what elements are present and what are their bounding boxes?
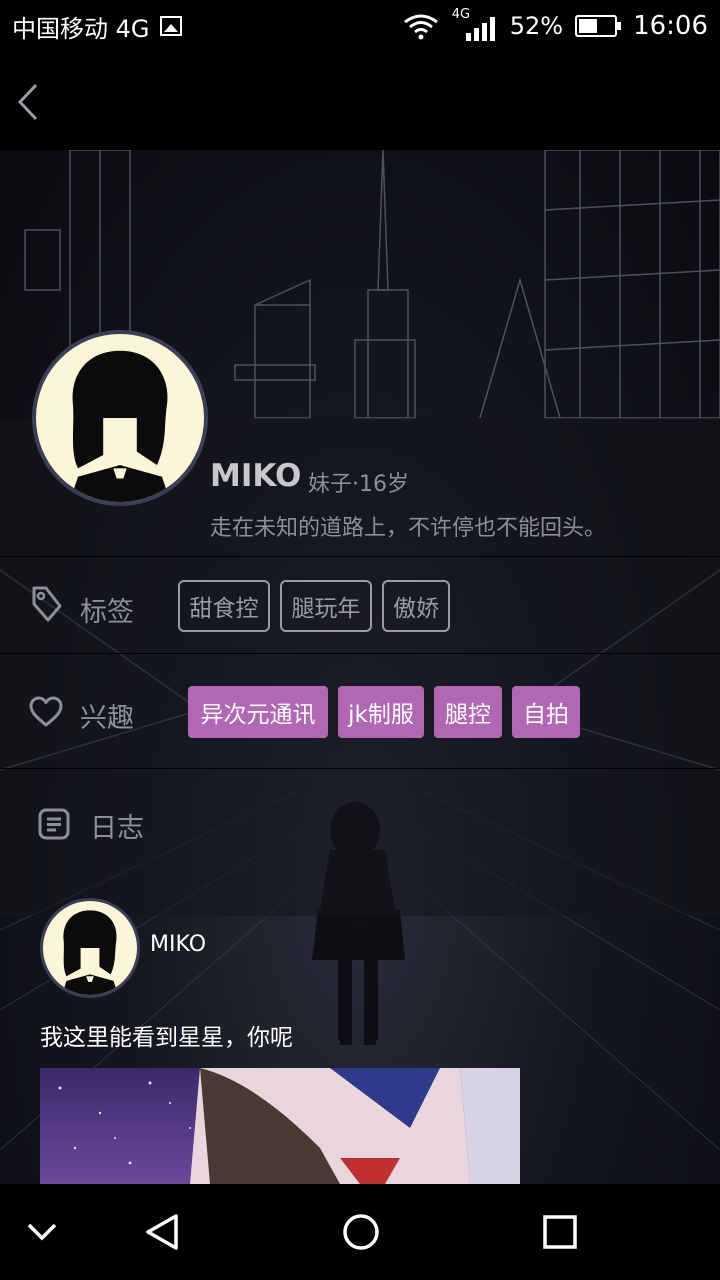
tags-label: 标签 [80, 597, 134, 628]
nav-recents-button[interactable] [512, 1184, 608, 1280]
tag-item[interactable]: 傲娇 [382, 580, 450, 632]
profile-name: MIKO [210, 458, 302, 494]
signal-bars-icon [465, 17, 495, 41]
avatar-illustration [69, 350, 171, 502]
journal-icon [36, 806, 72, 842]
post-image[interactable] [40, 1068, 520, 1184]
interest-item[interactable]: 腿控 [434, 686, 502, 738]
profile-content: MIKO 妹子·16岁 走在未知的道路上，不许停也不能回头。 标签 甜食控 腿玩… [0, 150, 720, 1184]
back-icon [17, 83, 38, 121]
tag-item[interactable]: 甜食控 [178, 580, 270, 632]
avatar-illustration [61, 910, 119, 995]
collapse-icon [27, 1223, 57, 1241]
wifi-icon [403, 14, 438, 40]
clock: 16:06 [633, 11, 708, 41]
home-circle-icon [343, 1214, 379, 1250]
status-bar: 中国移动 4G 4G 52% 16:06 [0, 0, 720, 52]
heart-icon [26, 692, 66, 732]
top-nav [0, 52, 720, 150]
system-nav-bar [0, 1184, 720, 1280]
battery-percent: 52% [509, 12, 564, 40]
profile-avatar[interactable] [32, 330, 208, 506]
post-author-avatar[interactable] [40, 898, 140, 998]
divider [0, 653, 720, 654]
profile-gender-age: 妹子·16岁 [308, 472, 409, 497]
interest-item[interactable]: jk制服 [338, 686, 424, 738]
post-text: 我这里能看到星星，你呢 [40, 1025, 293, 1051]
back-button[interactable] [8, 80, 48, 124]
gallery-notification-icon [159, 16, 182, 36]
cell-signal: 4G [452, 7, 498, 41]
interest-item[interactable]: 异次元通讯 [188, 686, 328, 738]
battery-icon [575, 15, 622, 37]
tag-item[interactable]: 腿玩年 [280, 580, 372, 632]
journal-label: 日志 [90, 813, 144, 844]
nav-back-button[interactable] [114, 1184, 210, 1280]
collapse-button[interactable] [0, 1184, 90, 1280]
interests-label: 兴趣 [80, 703, 134, 734]
back-triangle-icon [146, 1214, 178, 1250]
recents-square-icon [543, 1215, 577, 1249]
battery-fill [579, 19, 597, 33]
interest-item[interactable]: 自拍 [512, 686, 580, 738]
profile-bio: 走在未知的道路上，不许停也不能回头。 [210, 516, 607, 541]
nav-home-button[interactable] [313, 1184, 409, 1280]
post-author-name[interactable]: MIKO [150, 932, 206, 957]
carrier-label: 中国移动 4G [12, 14, 150, 43]
tag-icon [26, 584, 66, 624]
divider [0, 556, 720, 557]
divider [0, 768, 720, 769]
